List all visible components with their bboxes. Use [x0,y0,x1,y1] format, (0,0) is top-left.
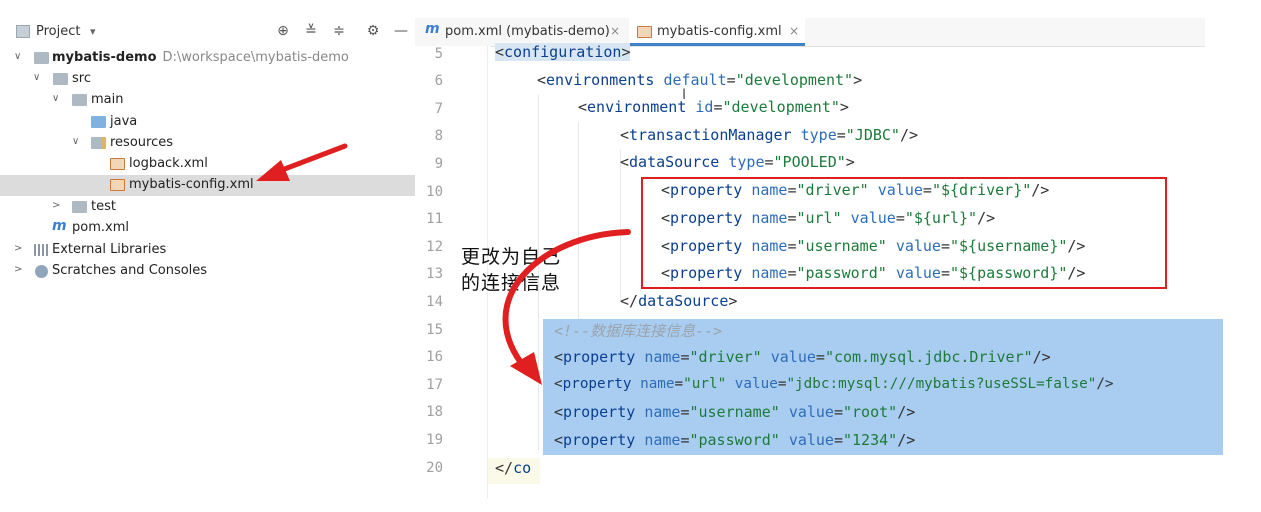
arrow-to-pasted-block [502,229,631,385]
arrow-to-config-file [256,143,348,181]
annotation-arrows [256,143,631,385]
